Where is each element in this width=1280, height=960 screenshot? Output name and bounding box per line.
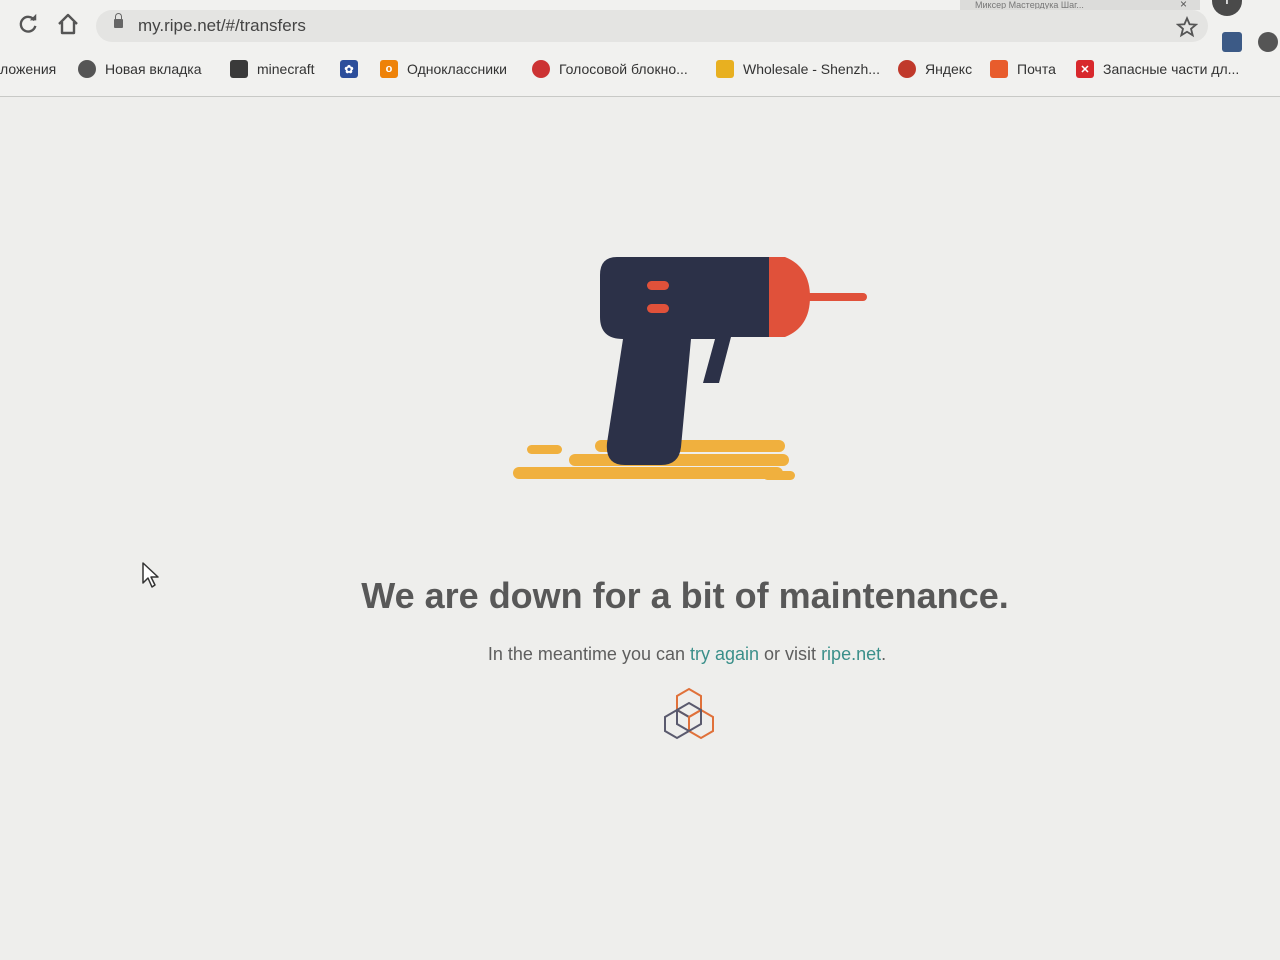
bookmark-label: Запасные части дл... — [1103, 61, 1240, 77]
bookmark-minecraft[interactable]: minecraft — [230, 56, 315, 82]
bookmark-voice-notepad[interactable]: Голосовой блокно... — [532, 56, 688, 82]
mail-icon — [990, 60, 1008, 78]
globe-icon — [78, 60, 96, 78]
browser-chrome: Миксер Мастердука Шаг... × + my.ripe.net… — [0, 0, 1280, 97]
url-text[interactable]: my.ripe.net/#/transfers — [138, 16, 306, 36]
extension-icon[interactable] — [1222, 32, 1242, 52]
bookmark-new-tab[interactable]: Новая вкладка — [78, 56, 202, 82]
try-again-link[interactable]: try again — [690, 644, 759, 664]
bookmark-label: Wholesale - Shenzh... — [743, 61, 880, 77]
bookmark-label: ложения — [0, 61, 57, 77]
voice-notepad-icon — [532, 60, 550, 78]
drill-icon — [513, 257, 867, 480]
page-title: We are down for a bit of maintenance. — [361, 575, 1009, 616]
bookmark-star-button[interactable] — [1175, 12, 1199, 44]
bookmark-apps[interactable]: ложения — [0, 56, 56, 82]
maintenance-message: In the meantime you can try again or vis… — [0, 644, 1280, 665]
bookmark-label: Яндекс — [925, 61, 973, 77]
bookmark-label: Голосовой блокно... — [559, 61, 688, 77]
minecraft-icon — [230, 60, 248, 78]
new-tab-button[interactable]: + — [1212, 0, 1242, 16]
profile-avatar[interactable] — [1258, 32, 1278, 52]
bookmarks-bar: ложения Новая вкладка minecraft ✿ о Одно… — [0, 52, 1280, 86]
address-bar[interactable]: my.ripe.net/#/transfers — [96, 10, 1208, 42]
drill-chuck — [767, 257, 810, 337]
bookmark-label: Новая вкладка — [105, 61, 202, 77]
bookmark-label: minecraft — [257, 61, 315, 77]
lock-icon — [114, 13, 123, 28]
home-button[interactable] — [54, 10, 82, 38]
star-icon — [1175, 15, 1199, 38]
spare-parts-icon: ✕ — [1076, 60, 1094, 78]
ripe-net-link[interactable]: ripe.net — [821, 644, 881, 664]
drill-body — [600, 257, 769, 465]
yandex-icon — [898, 60, 916, 78]
bookmark-odnoklassniki[interactable]: о Одноклассники — [380, 56, 507, 82]
bookmark-flower[interactable]: ✿ — [340, 56, 367, 82]
drill-bit — [805, 293, 867, 301]
bookmark-yandex[interactable]: Яндекс — [898, 56, 972, 82]
message-text: . — [881, 644, 887, 664]
message-text: In the meantime you can — [487, 644, 690, 664]
odnoklassniki-icon: о — [380, 60, 398, 78]
ripe-ncc-logo-icon — [664, 687, 714, 740]
wholesale-icon — [716, 60, 734, 78]
bookmark-label: Одноклассники — [407, 61, 508, 77]
reload-icon — [19, 13, 37, 33]
flower-icon: ✿ — [340, 60, 358, 78]
bookmark-mail[interactable]: Почта — [990, 56, 1056, 82]
drill-button — [647, 281, 669, 290]
bookmark-label: Почта — [1017, 61, 1056, 77]
bookmark-wholesale[interactable]: Wholesale - Shenzh... — [716, 56, 880, 82]
maintenance-page: We are down for a bit of maintenance. In… — [0, 97, 1280, 960]
home-icon — [58, 13, 78, 35]
reload-button[interactable] — [14, 10, 42, 38]
mouse-cursor-icon — [142, 562, 159, 588]
message-text: or visit — [759, 644, 822, 664]
bookmark-spare-parts[interactable]: ✕ Запасные части дл... — [1076, 56, 1239, 82]
browser-tab-title[interactable]: Миксер Мастердука Шаг... — [975, 0, 1175, 9]
drill-button — [647, 304, 669, 313]
